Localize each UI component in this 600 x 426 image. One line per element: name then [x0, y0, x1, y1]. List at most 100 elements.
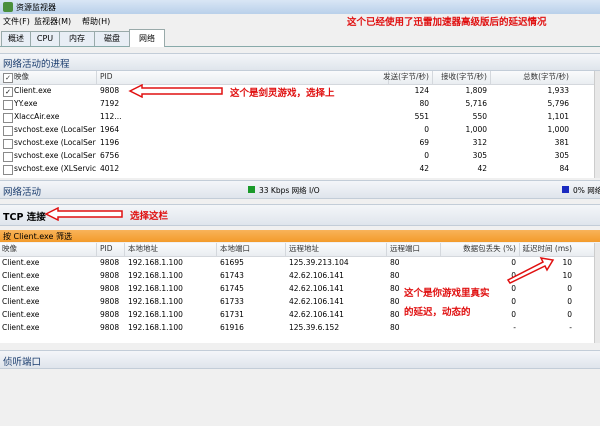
process-send: 551: [414, 112, 429, 121]
annotation-top: 这个已经使用了迅雷加速器高级版后的延迟情况: [347, 17, 547, 28]
tcp-remote-port: 80: [390, 258, 400, 267]
tcp-section-title: TCP 连接: [3, 212, 46, 223]
tcp-name: Client.exe: [2, 323, 40, 332]
process-checkbox[interactable]: ✓: [3, 87, 13, 97]
process-send: 42: [419, 164, 429, 173]
tcp-col-remote-addr[interactable]: 远程地址: [289, 243, 319, 255]
tcp-col-local-port[interactable]: 本地端口: [220, 243, 250, 255]
tcp-pid: 9808: [100, 271, 120, 280]
tcp-local-addr: 192.168.1.100: [128, 271, 183, 280]
process-row[interactable]: svchost.exe (LocalServi... 1196 69 312 381: [0, 137, 594, 150]
window-title: 资源监视器: [16, 3, 56, 12]
process-checkbox[interactable]: [3, 100, 13, 110]
process-total: 84: [559, 164, 569, 173]
select-all-checkbox[interactable]: ✓: [3, 73, 13, 83]
process-row[interactable]: svchost.exe (LocalServi... 1964 0 1,000 1,00…: [0, 124, 594, 137]
tcp-col-pid[interactable]: PID: [100, 243, 113, 255]
tcp-pid: 9808: [100, 310, 120, 319]
process-send: 124: [414, 86, 429, 95]
process-pid: 1196: [100, 138, 120, 147]
tcp-name: Client.exe: [2, 258, 40, 267]
tcp-local-port: 61745: [220, 284, 244, 293]
tcp-local-addr: 192.168.1.100: [128, 284, 183, 293]
tcp-local-addr: 192.168.1.100: [128, 323, 183, 332]
process-total: 1,000: [547, 125, 569, 134]
process-row[interactable]: svchost.exe (LocalServi... 6756 0 305 305: [0, 150, 594, 163]
processes-section-header[interactable]: 网络活动的进程: [0, 53, 600, 71]
tcp-col-remote-port[interactable]: 远程端口: [390, 243, 420, 255]
process-recv: 5,716: [465, 99, 487, 108]
listening-section-header[interactable]: 侦听端口: [0, 350, 600, 369]
tcp-remote-addr: 42.62.106.141: [289, 271, 344, 280]
menu-help[interactable]: 帮助(H): [82, 16, 110, 27]
col-total[interactable]: 总数(字节/秒): [493, 71, 569, 83]
process-name: svchost.exe (LocalServi...: [14, 125, 96, 134]
process-send: 69: [419, 138, 429, 147]
tcp-latency: -: [569, 323, 572, 332]
network-activity-header[interactable]: 网络活动 33 Kbps 网络 I/O 0% 网络: [0, 180, 600, 199]
tcp-row[interactable]: Client.exe 9808 192.168.1.100 61733 42.62.10…: [0, 296, 594, 309]
tcp-name: Client.exe: [2, 297, 40, 306]
process-total: 381: [554, 138, 569, 147]
tcp-local-addr: 192.168.1.100: [128, 310, 183, 319]
annotation-game: 这个是剑灵游戏，选择上: [230, 88, 335, 99]
tab-disk[interactable]: 磁盘: [94, 31, 130, 46]
process-total: 1,101: [547, 112, 569, 121]
tcp-pid: 9808: [100, 258, 120, 267]
col-recv[interactable]: 接收(字节/秒): [435, 71, 487, 83]
process-send: 0: [424, 151, 429, 160]
tab-memory[interactable]: 内存: [59, 31, 95, 46]
process-checkbox[interactable]: [3, 152, 13, 162]
tab-overview[interactable]: 概述: [1, 31, 31, 46]
tcp-remote-addr: 42.62.106.141: [289, 310, 344, 319]
col-pid[interactable]: PID: [100, 71, 113, 83]
network-io-swatch: [248, 186, 255, 193]
tab-network[interactable]: 网络: [129, 29, 165, 47]
annotation-select-bar: 选择这栏: [130, 211, 169, 222]
tcp-local-port: 61731: [220, 310, 244, 319]
tcp-local-addr: 192.168.1.100: [128, 258, 183, 267]
processes-column-header: ✓ 映像 PID 发送(字节/秒) 接收(字节/秒) 总数(字节/秒): [0, 71, 594, 85]
process-pid: 112...: [100, 112, 122, 121]
tcp-row[interactable]: Client.exe 9808 192.168.1.100 61745 42.62.10…: [0, 283, 594, 296]
network-util-label: 0% 网络: [573, 186, 600, 195]
tcp-remote-addr: 42.62.106.141: [289, 297, 344, 306]
tcp-row[interactable]: Client.exe 9808 192.168.1.100 61916 125.39.6…: [0, 322, 594, 335]
menu-file[interactable]: 文件(F): [3, 16, 30, 27]
tcp-row[interactable]: Client.exe 9808 192.168.1.100 61731 42.62.10…: [0, 309, 594, 322]
filter-label: 按 Client.exe 筛选: [3, 232, 72, 241]
process-recv: 42: [477, 164, 487, 173]
process-recv: 312: [472, 138, 487, 147]
listening-section-title: 侦听端口: [3, 357, 42, 368]
tcp-latency: 0: [567, 284, 572, 293]
process-recv: 550: [472, 112, 487, 121]
process-send: 80: [419, 99, 429, 108]
processes-scrollbar[interactable]: [594, 71, 600, 178]
tcp-pid: 9808: [100, 323, 120, 332]
annotation-latency-line1: 这个是你游戏里真实: [404, 288, 490, 299]
process-checkbox[interactable]: [3, 126, 13, 136]
process-row[interactable]: svchost.exe (XLService... 4012 42 42 84: [0, 163, 594, 176]
tcp-col-name[interactable]: 映像: [2, 243, 17, 255]
tcp-pid: 9808: [100, 284, 120, 293]
process-checkbox[interactable]: [3, 165, 13, 175]
processes-section-title: 网络活动的进程: [3, 59, 70, 70]
filter-bar[interactable]: 按 Client.exe 筛选: [0, 230, 600, 242]
process-name: svchost.exe (XLService...: [14, 164, 96, 173]
menu-monitor[interactable]: 监视器(M): [34, 16, 71, 27]
process-name: svchost.exe (LocalServi...: [14, 138, 96, 147]
process-checkbox[interactable]: [3, 113, 13, 123]
tcp-local-port: 61916: [220, 323, 244, 332]
col-name[interactable]: 映像: [14, 71, 29, 83]
process-row[interactable]: YY.exe 7192 80 5,716 5,796: [0, 98, 594, 111]
tab-strip: 概述 CPU 内存 磁盘 网络: [0, 29, 600, 47]
tab-cpu[interactable]: CPU: [30, 31, 60, 46]
tcp-name: Client.exe: [2, 271, 40, 280]
process-row[interactable]: XlaccAir.exe 112... 551 550 1,101: [0, 111, 594, 124]
tcp-scrollbar[interactable]: [594, 243, 600, 343]
col-send[interactable]: 发送(字节/秒): [350, 71, 429, 83]
process-total: 5,796: [547, 99, 569, 108]
process-checkbox[interactable]: [3, 139, 13, 149]
tcp-col-local-addr[interactable]: 本地地址: [128, 243, 158, 255]
tcp-loss: -: [513, 323, 516, 332]
